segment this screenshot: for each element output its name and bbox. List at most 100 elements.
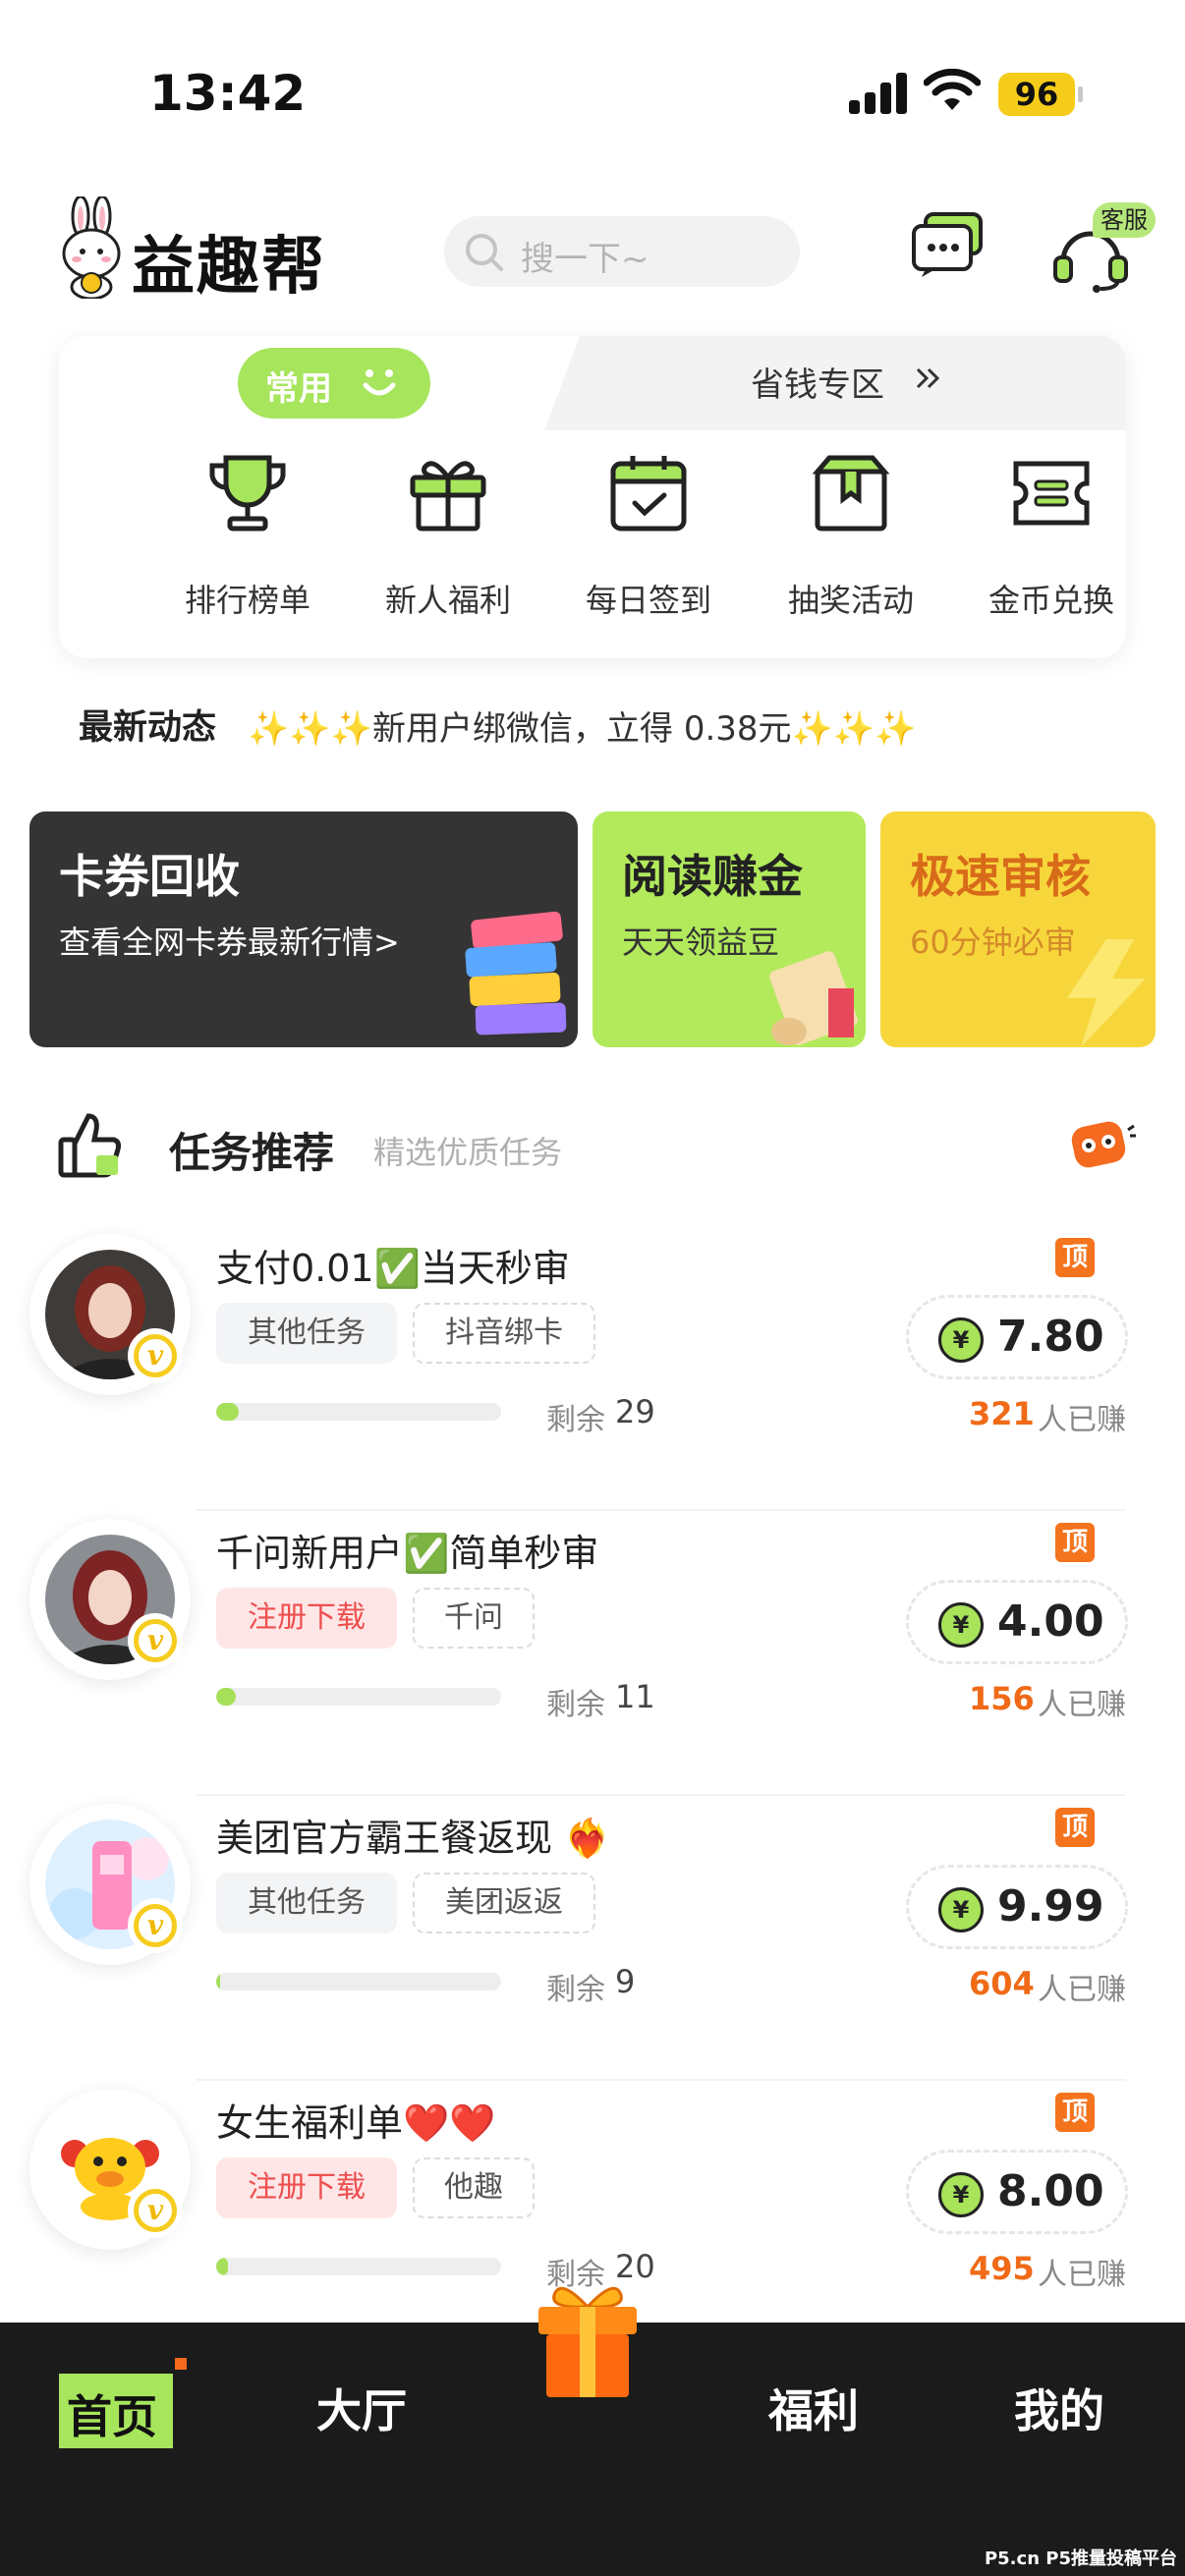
task-platform-tag: 他趣 [413, 2157, 535, 2218]
tab-save-zone[interactable]: 省钱专区 [544, 336, 1126, 430]
gift-fab-icon[interactable] [531, 2277, 645, 2403]
watermark: P5.cn P5推量投稿平台 [984, 2548, 1177, 2569]
earned-label: 人已赚 [1038, 1403, 1126, 1437]
task-avatar: v [29, 1804, 191, 1965]
banner-title: 阅读赚金 [622, 850, 803, 903]
coupon-icon [1013, 461, 1090, 526]
remain-label: 剩余 [546, 1688, 605, 1722]
quick-item-ranking[interactable]: 排行榜单 [149, 430, 346, 658]
reward-pill[interactable]: ¥ 8.00 [906, 2150, 1128, 2234]
quick-item-label: 排行榜单 [184, 582, 310, 619]
robot-icon [1071, 1121, 1136, 1168]
banner-card-recycle[interactable]: 卡券回收 查看全网卡券最新行情> [29, 812, 578, 1047]
task-category-tag: 注册下载 [216, 2157, 397, 2218]
task-platform-tag: 美团返返 [413, 1873, 595, 1933]
progress-fill [216, 1688, 237, 1706]
customer-service-button[interactable]: 客服 [1051, 195, 1169, 293]
reward-pill[interactable]: ¥ 7.80 [906, 1295, 1128, 1379]
earned-label: 人已赚 [1038, 1688, 1126, 1722]
task-progress-bar [216, 2258, 501, 2275]
quick-item-newbie[interactable]: 新人福利 [350, 430, 546, 658]
app-header: 益趣帮 搜一下~ 客服 [0, 187, 1185, 324]
nav-home[interactable]: 首页 [59, 2374, 173, 2448]
earned-label: 人已赚 [1038, 2258, 1126, 2292]
section-title: 任务推荐 [169, 1129, 335, 1177]
quick-item-lottery[interactable]: 抽奖活动 [753, 430, 949, 658]
task-title: 女生福利单❤️❤️ [216, 2101, 496, 2145]
task-avatar: v [29, 1519, 191, 1680]
banner-read-earn[interactable]: 阅读赚金 天天领益豆 [592, 812, 866, 1047]
cellular-signal-icon [849, 71, 908, 114]
task-title: 千问新用户✅简单秒审 [216, 1532, 599, 1575]
section-subtitle: 精选优质任务 [373, 1134, 563, 1171]
yen-coin-icon: ¥ [938, 1317, 984, 1363]
quick-item-checkin[interactable]: 每日签到 [550, 430, 747, 658]
double-chevron-right-icon [916, 367, 940, 389]
gift-icon [410, 461, 486, 532]
tab-common-label: 常用 [265, 369, 332, 409]
news-ticker[interactable]: 最新动态 ✨✨✨新用户绑微信，立得 0.38元✨✨✨ [79, 696, 1120, 751]
quick-item-label: 抽奖活动 [787, 582, 914, 619]
task-title: 支付0.01✅当天秒审 [216, 1247, 570, 1290]
rabbit-logo-icon [62, 196, 121, 299]
reward-amount: 7.80 [997, 1312, 1104, 1362]
reward-pill[interactable]: ¥ 9.99 [906, 1865, 1128, 1949]
reward-pill[interactable]: ¥ 4.00 [906, 1580, 1128, 1664]
message-icon[interactable] [910, 210, 985, 279]
news-title: 最新动态 [79, 708, 217, 748]
smile-icon [363, 369, 396, 396]
news-line: ✨✨✨新用户绑微信，立得 0.38元✨✨✨ [248, 701, 917, 750]
earned-count: 604 [969, 1965, 1035, 2002]
customer-service-tag: 客服 [1093, 202, 1156, 238]
status-bar: 13:42 96 [0, 0, 1185, 187]
quick-item-label: 每日签到 [585, 582, 711, 619]
verified-badge-icon: v [128, 1898, 183, 1953]
remain-label: 剩余 [546, 1973, 605, 2007]
search-icon [466, 234, 503, 271]
task-title: 美团官方霸王餐返现 ❤️‍🔥 [216, 1817, 611, 1860]
pinned-badge: 顶 [1055, 1523, 1095, 1562]
lightning-icon [1067, 939, 1146, 1047]
battery-indicator: 96 [998, 73, 1083, 116]
remain-label: 剩余 [546, 1403, 605, 1437]
pinned-badge: 顶 [1055, 1808, 1095, 1847]
task-category-tag: 注册下载 [216, 1588, 397, 1649]
quick-item-label: 新人福利 [384, 582, 511, 619]
nav-welfare[interactable]: 福利 [768, 2376, 859, 2440]
search-input[interactable]: 搜一下~ [444, 216, 800, 287]
task-progress-bar [216, 1688, 501, 1706]
yen-coin-icon: ¥ [938, 2172, 984, 2217]
verified-badge-icon: v [128, 1613, 183, 1668]
wifi-icon [924, 69, 981, 110]
task-item[interactable]: v 支付0.01✅当天秒审 其他任务 抖音绑卡 剩余 29 顶 ¥ 7.80 3… [0, 1226, 1185, 1511]
quick-item-coin-exchange[interactable]: 金币兑换 [953, 430, 1126, 658]
earned-count: 321 [969, 1395, 1035, 1432]
banner-subtitle: 查看全网卡券最新行情> [59, 924, 400, 961]
sparkle-icon: ✨✨✨ [248, 709, 373, 749]
yen-coin-icon: ¥ [938, 1887, 984, 1932]
quick-tab-bar: 省钱专区 常用 [59, 336, 1126, 430]
task-category-tag: 其他任务 [216, 1303, 397, 1364]
task-platform-tag: 抖音绑卡 [413, 1303, 595, 1364]
pinned-badge: 顶 [1055, 2093, 1095, 2132]
remain-count: 29 [615, 1393, 655, 1430]
banner-title: 卡券回收 [59, 850, 240, 903]
task-progress-bar [216, 1403, 501, 1421]
verified-badge-icon: v [128, 2183, 183, 2238]
nav-hall[interactable]: 大厅 [316, 2376, 407, 2440]
progress-fill [216, 1403, 240, 1421]
earned-count: 156 [969, 1680, 1035, 1717]
banner-fast-audit[interactable]: 极速审核 60分钟必审 [880, 812, 1156, 1047]
task-item[interactable]: v 千问新用户✅简单秒审 注册下载 千问 剩余 11 顶 ¥ 4.00 156 … [0, 1511, 1185, 1796]
task-avatar: v [29, 1234, 191, 1395]
tab-common[interactable]: 常用 [238, 348, 430, 419]
nav-mine[interactable]: 我的 [1014, 2376, 1104, 2440]
remain-count: 11 [615, 1678, 655, 1715]
remain-count: 9 [615, 1963, 636, 2000]
task-avatar: v [29, 2089, 191, 2250]
yen-coin-icon: ¥ [938, 1602, 984, 1648]
nav-home-label: 首页 [67, 2390, 157, 2443]
task-item[interactable]: v 美团官方霸王餐返现 ❤️‍🔥 其他任务 美团返返 剩余 9 顶 ¥ 9.99… [0, 1796, 1185, 2081]
banner-subtitle: 天天领益豆 [622, 924, 780, 961]
ticket-stack-icon [465, 911, 567, 1036]
